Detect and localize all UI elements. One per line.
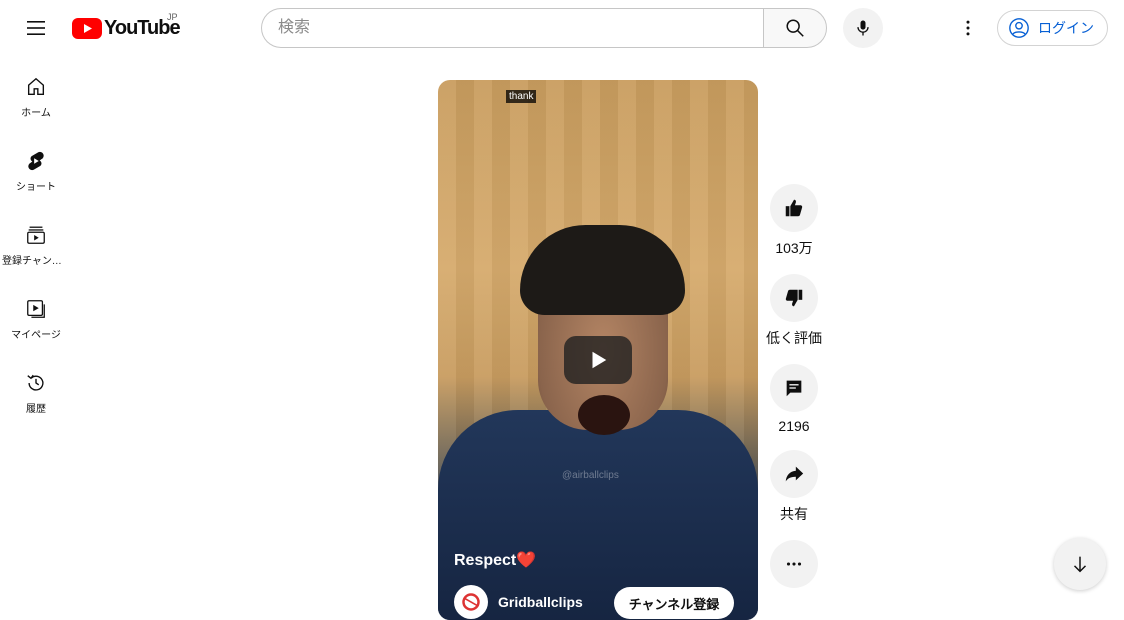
- sidebar-item-history[interactable]: 履歴: [0, 352, 72, 426]
- thumbs-up-icon: [785, 199, 803, 217]
- login-label: ログイン: [1038, 20, 1094, 36]
- channel-logo-icon: [462, 593, 480, 611]
- video-title[interactable]: Respect❤️: [454, 550, 536, 570]
- share-action: 共有: [770, 450, 818, 524]
- dislike-action: 低く評価: [766, 274, 822, 348]
- comment-action: 2196: [770, 364, 818, 434]
- microphone-icon: [857, 20, 869, 36]
- dislike-label: 低く評価: [766, 330, 822, 346]
- share-icon: [785, 466, 804, 482]
- dislike-button[interactable]: [770, 274, 818, 322]
- masthead: YouTube JP ログイン: [0, 0, 1124, 56]
- heart-emoji: ❤️: [516, 552, 537, 569]
- search-input[interactable]: [261, 8, 763, 48]
- sidebar-item-label: 履歴: [26, 404, 46, 415]
- share-button[interactable]: [770, 450, 818, 498]
- home-icon: [27, 77, 45, 96]
- sidebar-item-subscriptions[interactable]: 登録チャンネル: [0, 204, 72, 278]
- sidebar-item-home[interactable]: ホーム: [0, 56, 72, 130]
- more-vert-icon: [966, 20, 970, 36]
- shorts-player[interactable]: thank @airballclips Respect❤️ Gridballcl…: [438, 80, 758, 620]
- like-button[interactable]: [770, 184, 818, 232]
- search-box: [261, 8, 827, 48]
- shorts-icon: [28, 151, 44, 171]
- youtube-logo[interactable]: YouTube: [72, 14, 181, 42]
- channel-info: Gridballclips: [454, 585, 583, 619]
- like-count: 103万: [775, 240, 813, 256]
- sidebar-item-library[interactable]: マイページ: [0, 278, 72, 352]
- comment-icon: [786, 380, 802, 397]
- history-icon: [27, 374, 44, 391]
- settings-menu-button[interactable]: [948, 8, 988, 48]
- play-icon: [592, 351, 607, 369]
- youtube-logo-icon: [72, 17, 102, 39]
- thumbs-down-icon: [785, 289, 803, 307]
- sidebar-item-label: ホーム: [21, 108, 51, 119]
- video-watermark: @airballclips: [562, 470, 619, 481]
- video-frame-hair: [520, 225, 685, 315]
- video-caption: thank: [506, 90, 537, 103]
- comments-button[interactable]: [770, 364, 818, 412]
- account-icon: [1009, 18, 1029, 38]
- next-video-button[interactable]: [1054, 538, 1106, 590]
- more-horiz-icon: [786, 562, 802, 566]
- video-frame-mouth: [578, 395, 630, 435]
- video-title-text: Respect: [454, 552, 517, 569]
- more-actions-button[interactable]: [770, 540, 818, 588]
- login-button[interactable]: ログイン: [997, 10, 1108, 46]
- search-button[interactable]: [763, 8, 827, 48]
- library-icon: [27, 300, 45, 318]
- play-button[interactable]: [564, 336, 632, 384]
- region-code: JP: [167, 12, 178, 22]
- sidebar-item-label: マイページ: [11, 330, 61, 341]
- sidebar-item-label: ショート: [16, 182, 56, 193]
- like-action: 103万: [770, 184, 818, 258]
- voice-search-button[interactable]: [843, 8, 883, 48]
- channel-avatar[interactable]: [454, 585, 488, 619]
- sidebar-item-shorts[interactable]: ショート: [0, 130, 72, 204]
- search-icon: [786, 19, 804, 37]
- more-action: [770, 540, 818, 588]
- arrow-down-icon: [1073, 556, 1087, 573]
- channel-name[interactable]: Gridballclips: [498, 594, 583, 610]
- hamburger-icon: [27, 21, 45, 35]
- share-label: 共有: [780, 506, 808, 522]
- mini-guide: ホーム ショート 登録チャンネル マイページ 履歴: [0, 56, 72, 426]
- comment-count: 2196: [778, 418, 810, 434]
- shorts-action-bar: 103万 低く評価 2196 共有: [766, 184, 822, 604]
- subscribe-button[interactable]: チャンネル登録: [614, 587, 734, 619]
- subscriptions-icon: [27, 226, 45, 244]
- menu-button[interactable]: [16, 8, 56, 48]
- sidebar-item-label: 登録チャンネル: [2, 256, 70, 267]
